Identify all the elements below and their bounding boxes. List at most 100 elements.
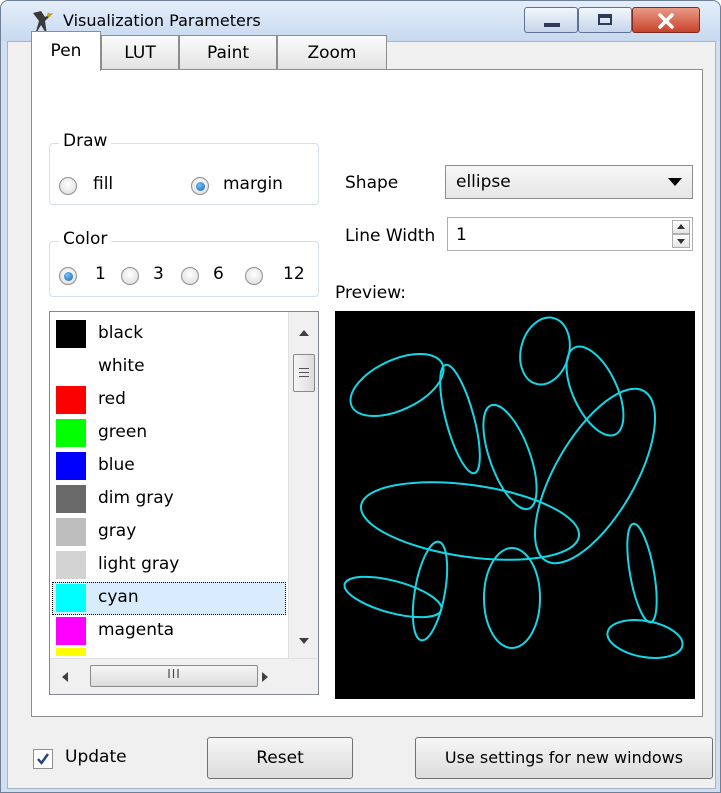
color-label: dim gray	[98, 488, 174, 508]
vertical-scrollbar[interactable]	[288, 312, 318, 658]
list-item[interactable]: dim gray	[52, 483, 286, 516]
color-swatch	[56, 518, 86, 546]
list-item[interactable]: black	[52, 318, 286, 351]
window: Visualization Parameters Pen LUT Paint Z…	[0, 0, 721, 793]
color-list[interactable]: black white red green blue dim gray gray	[49, 311, 319, 695]
minimize-icon	[544, 23, 560, 27]
color-swatch	[56, 617, 86, 645]
close-icon	[658, 13, 674, 29]
color-3-radio[interactable]	[121, 267, 139, 285]
window-title: Visualization Parameters	[63, 11, 261, 30]
spin-up-button[interactable]	[672, 220, 690, 234]
arrow-down-icon	[677, 239, 685, 244]
line-width-label: Line Width	[345, 226, 436, 246]
list-item[interactable]: red	[52, 384, 286, 417]
list-item[interactable]: light gray	[52, 549, 286, 582]
color-label: magenta	[98, 620, 175, 640]
color-swatch	[56, 320, 86, 348]
color-12-radio[interactable]	[245, 267, 263, 285]
line-width-value: 1	[456, 225, 467, 245]
color-count-group-label: Color	[59, 229, 112, 249]
checkmark-icon	[37, 753, 49, 765]
color-6-radio[interactable]	[181, 267, 199, 285]
preview-canvas	[335, 311, 695, 699]
maximize-icon	[598, 14, 612, 25]
tab-label: Pen	[50, 41, 82, 61]
list-item-partial	[56, 648, 86, 656]
tab-label: Zoom	[307, 43, 357, 63]
grip-icon: III	[167, 667, 181, 681]
preview-ellipse	[483, 547, 541, 649]
shape-value: ellipse	[456, 172, 511, 192]
use-settings-button-label: Use settings for new windows	[444, 748, 684, 767]
draw-fill-label: fill	[93, 174, 114, 194]
preview-ellipse	[439, 363, 481, 475]
preview-ellipse	[411, 540, 449, 642]
preview-ellipse	[482, 403, 538, 511]
color-6-label: 6	[213, 264, 224, 284]
color-label: light gray	[98, 554, 180, 574]
color-3-label: 3	[153, 264, 164, 284]
color-label: green	[98, 422, 148, 442]
color-label: blue	[98, 455, 135, 475]
color-1-radio[interactable]	[59, 267, 77, 285]
shape-label: Shape	[345, 173, 399, 193]
list-item[interactable]: cyan	[52, 582, 286, 615]
preview-ellipse	[349, 353, 445, 417]
color-12-label: 12	[283, 264, 305, 284]
color-label: gray	[98, 521, 137, 541]
color-label: cyan	[98, 587, 139, 607]
minimize-button[interactable]	[524, 7, 578, 33]
scroll-down-icon[interactable]	[299, 638, 309, 644]
list-item[interactable]: blue	[52, 450, 286, 483]
list-item[interactable]: green	[52, 417, 286, 450]
update-label: Update	[65, 747, 127, 767]
color-label: red	[98, 389, 126, 409]
color-swatch	[56, 419, 86, 447]
list-item[interactable]: magenta	[52, 615, 286, 648]
maximize-button[interactable]	[578, 7, 632, 33]
list-item[interactable]: gray	[52, 516, 286, 549]
draw-margin-radio[interactable]	[191, 177, 209, 195]
horizontal-scrollbar[interactable]: III	[50, 658, 318, 694]
scroll-right-icon[interactable]	[262, 672, 268, 682]
color-swatch	[56, 452, 86, 480]
arrow-up-icon	[677, 224, 685, 229]
color-label: black	[98, 323, 144, 343]
list-item[interactable]: white	[52, 351, 286, 384]
draw-margin-label: margin	[223, 174, 283, 194]
preview-label: Preview:	[335, 283, 406, 303]
shape-select[interactable]: ellipse	[445, 165, 693, 199]
preview-ellipse	[359, 481, 581, 561]
scroll-left-icon[interactable]	[62, 672, 68, 682]
preview-ellipse	[626, 522, 658, 624]
horizontal-scroll-thumb[interactable]: III	[90, 665, 258, 687]
close-button[interactable]	[632, 7, 700, 33]
line-width-spinbox[interactable]: 1	[447, 217, 693, 251]
reset-button[interactable]: Reset	[207, 737, 353, 779]
use-settings-button[interactable]: Use settings for new windows	[415, 737, 713, 779]
color-swatch	[56, 584, 86, 612]
color-1-label: 1	[95, 264, 106, 284]
color-swatch	[56, 485, 86, 513]
scroll-up-icon[interactable]	[299, 330, 309, 336]
tab-lut[interactable]: LUT	[101, 35, 179, 69]
color-label: white	[98, 356, 145, 376]
vertical-scroll-thumb[interactable]	[293, 354, 315, 392]
draw-group-label: Draw	[59, 131, 112, 151]
update-checkbox[interactable]	[33, 749, 53, 769]
tab-paint[interactable]: Paint	[179, 35, 277, 69]
draw-fill-radio[interactable]	[59, 177, 77, 195]
tab-pen[interactable]: Pen	[31, 31, 101, 71]
color-swatch	[56, 551, 86, 579]
preview-ellipse	[343, 575, 443, 619]
spin-down-button[interactable]	[672, 234, 690, 248]
preview-ellipse	[606, 619, 684, 659]
tab-zoom[interactable]: Zoom	[277, 35, 387, 69]
tab-label: Paint	[206, 43, 250, 63]
grip-icon	[299, 368, 309, 369]
chevron-down-icon	[668, 178, 682, 186]
color-swatch	[56, 353, 86, 381]
reset-button-label: Reset	[256, 748, 304, 768]
tab-label: LUT	[124, 43, 156, 63]
